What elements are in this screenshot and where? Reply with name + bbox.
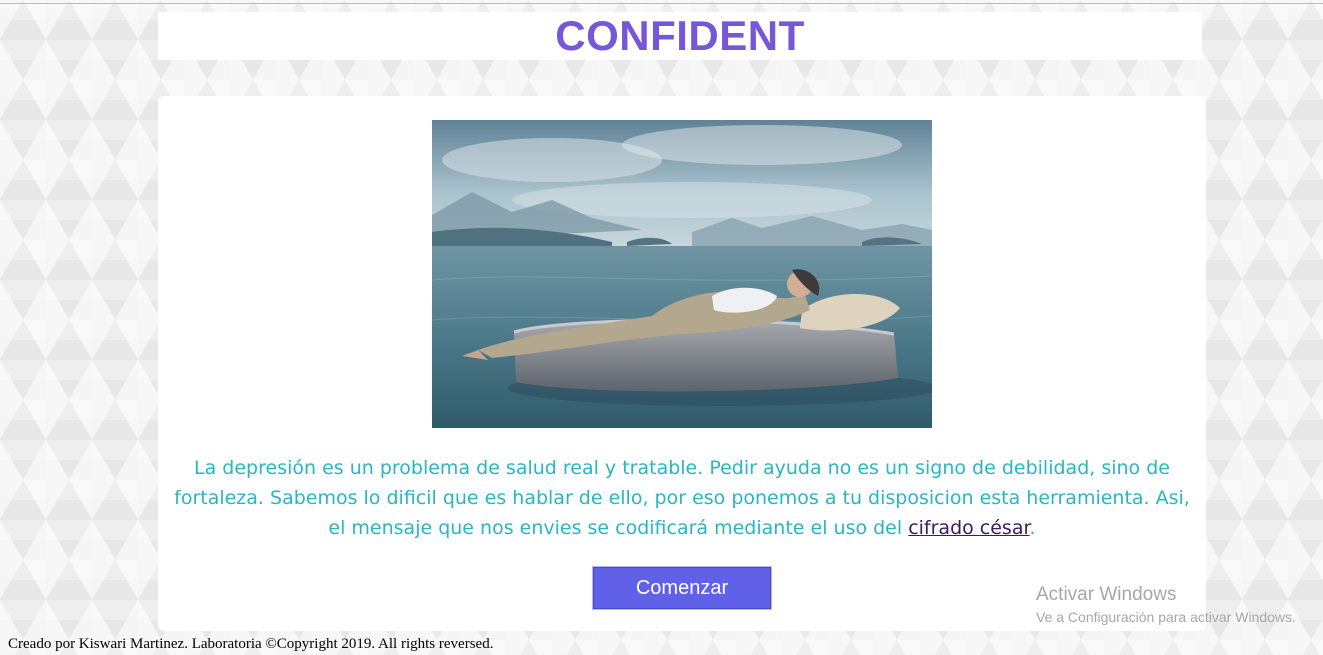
caesar-cipher-link[interactable]: cifrado césar [908, 517, 1029, 539]
intro-text-end: . [1029, 517, 1036, 539]
windows-activation-watermark: Activar Windows Ve a Configuración para … [1036, 584, 1296, 628]
watermark-title: Activar Windows [1036, 584, 1177, 605]
main-content-card: La depresión es un problema de salud rea… [158, 96, 1206, 631]
brand-title: CONFIDENT [555, 12, 805, 59]
intro-text: La depresión es un problema de salud rea… [174, 457, 1190, 539]
top-divider [0, 3, 1323, 4]
start-button[interactable]: Comenzar [593, 567, 771, 609]
footer-copyright: Creado por Kiswari Martinez. Laboratoria… [8, 636, 494, 652]
site-header: CONFIDENT [158, 12, 1202, 60]
watermark-subtitle: Ve a Configuración para activar Windows. [1036, 609, 1296, 625]
hero-image [432, 120, 932, 428]
intro-paragraph: La depresión es un problema de salud rea… [172, 453, 1192, 543]
